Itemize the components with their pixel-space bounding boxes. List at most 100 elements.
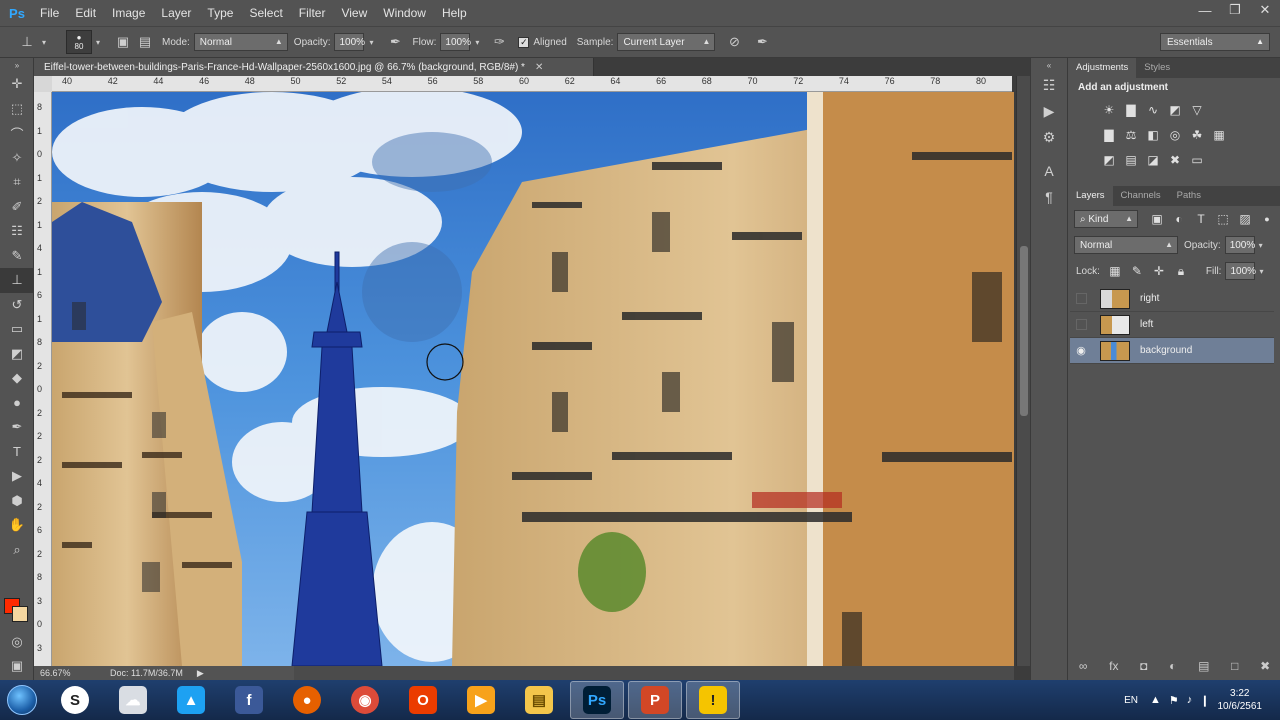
- brush-panel-icon[interactable]: ▣: [112, 31, 134, 53]
- character-icon[interactable]: A: [1031, 158, 1067, 184]
- filter-pixel-icon[interactable]: ▣: [1146, 210, 1168, 228]
- tab-channels[interactable]: Channels: [1113, 186, 1169, 206]
- vertical-scrollbar[interactable]: [1016, 76, 1030, 666]
- zoom-tool-icon[interactable]: ⌕: [0, 538, 34, 563]
- menu-window[interactable]: Window: [375, 0, 434, 26]
- layer-opacity-caret-icon[interactable]: ▾: [1255, 234, 1267, 256]
- lock-pixels-icon[interactable]: ✎: [1126, 262, 1148, 280]
- menu-edit[interactable]: Edit: [67, 0, 104, 26]
- tab-adjustments[interactable]: Adjustments: [1068, 58, 1137, 78]
- threshold-icon[interactable]: ◪: [1142, 151, 1164, 169]
- taskbar-warning-button[interactable]: !: [686, 681, 740, 719]
- posterize-icon[interactable]: ▤: [1120, 151, 1142, 169]
- taskbar-firefox-button[interactable]: ●: [280, 681, 334, 719]
- path-select-tool-icon[interactable]: ▶: [0, 464, 34, 489]
- kind-filter-select[interactable]: ⌕ Kind ▲︎: [1074, 210, 1138, 228]
- brush-caret-icon[interactable]: ▾: [92, 31, 104, 53]
- restore-button[interactable]: ❐: [1220, 0, 1250, 20]
- new-layer-icon[interactable]: □: [1231, 659, 1238, 673]
- strip-collapse-icon[interactable]: «: [1031, 58, 1067, 72]
- huesat-icon[interactable]: ▇: [1098, 126, 1120, 144]
- layer-style-icon[interactable]: fx: [1109, 659, 1118, 673]
- action-center-icon[interactable]: ⚑: [1169, 694, 1179, 707]
- link-layers-icon[interactable]: ∞: [1079, 659, 1088, 673]
- vibrance-icon[interactable]: ▽: [1186, 101, 1208, 119]
- taskbar-photoshop-button[interactable]: Ps: [570, 681, 624, 719]
- sample-select[interactable]: Current Layer ▲︎: [617, 33, 716, 51]
- bw-icon[interactable]: ◧: [1142, 126, 1164, 144]
- tab-styles[interactable]: Styles: [1136, 58, 1178, 78]
- shape-tool-icon[interactable]: ⬢: [0, 489, 34, 514]
- ignore-adjustment-icon[interactable]: ⊘: [723, 31, 745, 53]
- taskbar-office-button[interactable]: O: [396, 681, 450, 719]
- type-tool-icon[interactable]: T: [0, 440, 34, 465]
- curves-icon[interactable]: ∿: [1142, 101, 1164, 119]
- new-group-icon[interactable]: ▤: [1198, 659, 1209, 673]
- airbrush-icon[interactable]: ✑: [488, 31, 510, 53]
- taskbar-explorer-button[interactable]: ▤: [512, 681, 566, 719]
- pen-tool-icon[interactable]: ✒: [0, 415, 34, 440]
- filter-shape-icon[interactable]: ⬚: [1212, 210, 1234, 228]
- layer-left[interactable]: left: [1070, 312, 1274, 338]
- pressure-size-icon[interactable]: ✒: [751, 31, 773, 53]
- minimize-button[interactable]: —: [1190, 0, 1220, 20]
- tray-up-icon[interactable]: ▲: [1150, 694, 1161, 706]
- taskbar-sync-button[interactable]: S: [48, 681, 102, 719]
- brush-tool-icon[interactable]: ✎: [0, 244, 34, 269]
- taskbar-twitter-button[interactable]: ▲: [164, 681, 218, 719]
- fill-field[interactable]: 100%: [1225, 262, 1256, 280]
- close-button[interactable]: ✕: [1250, 0, 1280, 20]
- menu-view[interactable]: View: [333, 0, 375, 26]
- hand-tool-icon[interactable]: ✋: [0, 513, 34, 538]
- screen-mode-icon[interactable]: ▣: [0, 654, 34, 679]
- delete-layer-icon[interactable]: ✖: [1260, 659, 1270, 673]
- status-menu-icon[interactable]: ▶: [197, 668, 204, 679]
- clone-stamp-tool-icon[interactable]: ⊥: [16, 31, 38, 53]
- opacity-caret-icon[interactable]: ▾: [364, 31, 378, 53]
- gradientmap-icon[interactable]: ▭: [1186, 151, 1208, 169]
- blur-tool-icon[interactable]: ◆: [0, 366, 34, 391]
- colorlookup-icon[interactable]: ▦: [1208, 126, 1230, 144]
- crop-tool-icon[interactable]: ⌗: [0, 170, 34, 195]
- menu-type[interactable]: Type: [199, 0, 241, 26]
- eye-icon[interactable]: ◉: [1070, 338, 1092, 364]
- background-color[interactable]: [12, 606, 28, 622]
- filter-type-icon[interactable]: T: [1190, 210, 1212, 228]
- add-mask-icon[interactable]: ◘: [1140, 659, 1147, 673]
- menu-file[interactable]: File: [32, 0, 67, 26]
- new-adjustment-icon[interactable]: ◐: [1169, 659, 1176, 673]
- image-canvas[interactable]: [52, 92, 1014, 666]
- brightness-icon[interactable]: ☀: [1098, 101, 1120, 119]
- marquee-tool-icon[interactable]: ⬚: [0, 97, 34, 122]
- clock[interactable]: 3:22 10/6/2561: [1218, 687, 1263, 713]
- actions-icon[interactable]: ▶: [1031, 98, 1067, 124]
- layer-background[interactable]: ◉ background: [1070, 338, 1274, 364]
- layer-opacity-field[interactable]: 100%: [1224, 236, 1255, 254]
- filter-adjustment-icon[interactable]: ◐: [1168, 210, 1190, 228]
- close-tab-icon[interactable]: ✕: [535, 62, 543, 73]
- language-indicator[interactable]: EN: [1124, 695, 1138, 706]
- taskbar-chrome-button[interactable]: ◉: [338, 681, 392, 719]
- menu-layer[interactable]: Layer: [153, 0, 199, 26]
- aligned-checkbox[interactable]: ✓: [518, 36, 530, 48]
- filter-toggle-icon[interactable]: ●: [1256, 210, 1278, 228]
- vertical-scroll-thumb[interactable]: [1020, 246, 1028, 416]
- history-brush-tool-icon[interactable]: ↺: [0, 293, 34, 318]
- filter-smart-icon[interactable]: ▨: [1234, 210, 1256, 228]
- workspace-select[interactable]: Essentials ▲︎: [1160, 33, 1270, 51]
- tab-layers[interactable]: Layers: [1068, 186, 1113, 206]
- brush-size-picker[interactable]: ● 80: [66, 30, 92, 54]
- eraser-tool-icon[interactable]: ▭: [0, 317, 34, 342]
- horizontal-scrollbar[interactable]: [294, 666, 1014, 680]
- colorbalance-icon[interactable]: ⚖: [1120, 126, 1142, 144]
- levels-icon[interactable]: ▇: [1120, 101, 1142, 119]
- lock-position-icon[interactable]: ✛: [1148, 262, 1170, 280]
- move-tool-icon[interactable]: ✛: [0, 72, 34, 97]
- quick-mask-icon[interactable]: ◎: [0, 630, 34, 655]
- selectivecolor-icon[interactable]: ✖: [1164, 151, 1186, 169]
- exposure-icon[interactable]: ◩: [1164, 101, 1186, 119]
- lock-transparent-icon[interactable]: ▦: [1104, 262, 1126, 280]
- menu-filter[interactable]: Filter: [291, 0, 334, 26]
- paragraph-icon[interactable]: ¶: [1031, 184, 1067, 210]
- visibility-toggle[interactable]: [1070, 312, 1092, 338]
